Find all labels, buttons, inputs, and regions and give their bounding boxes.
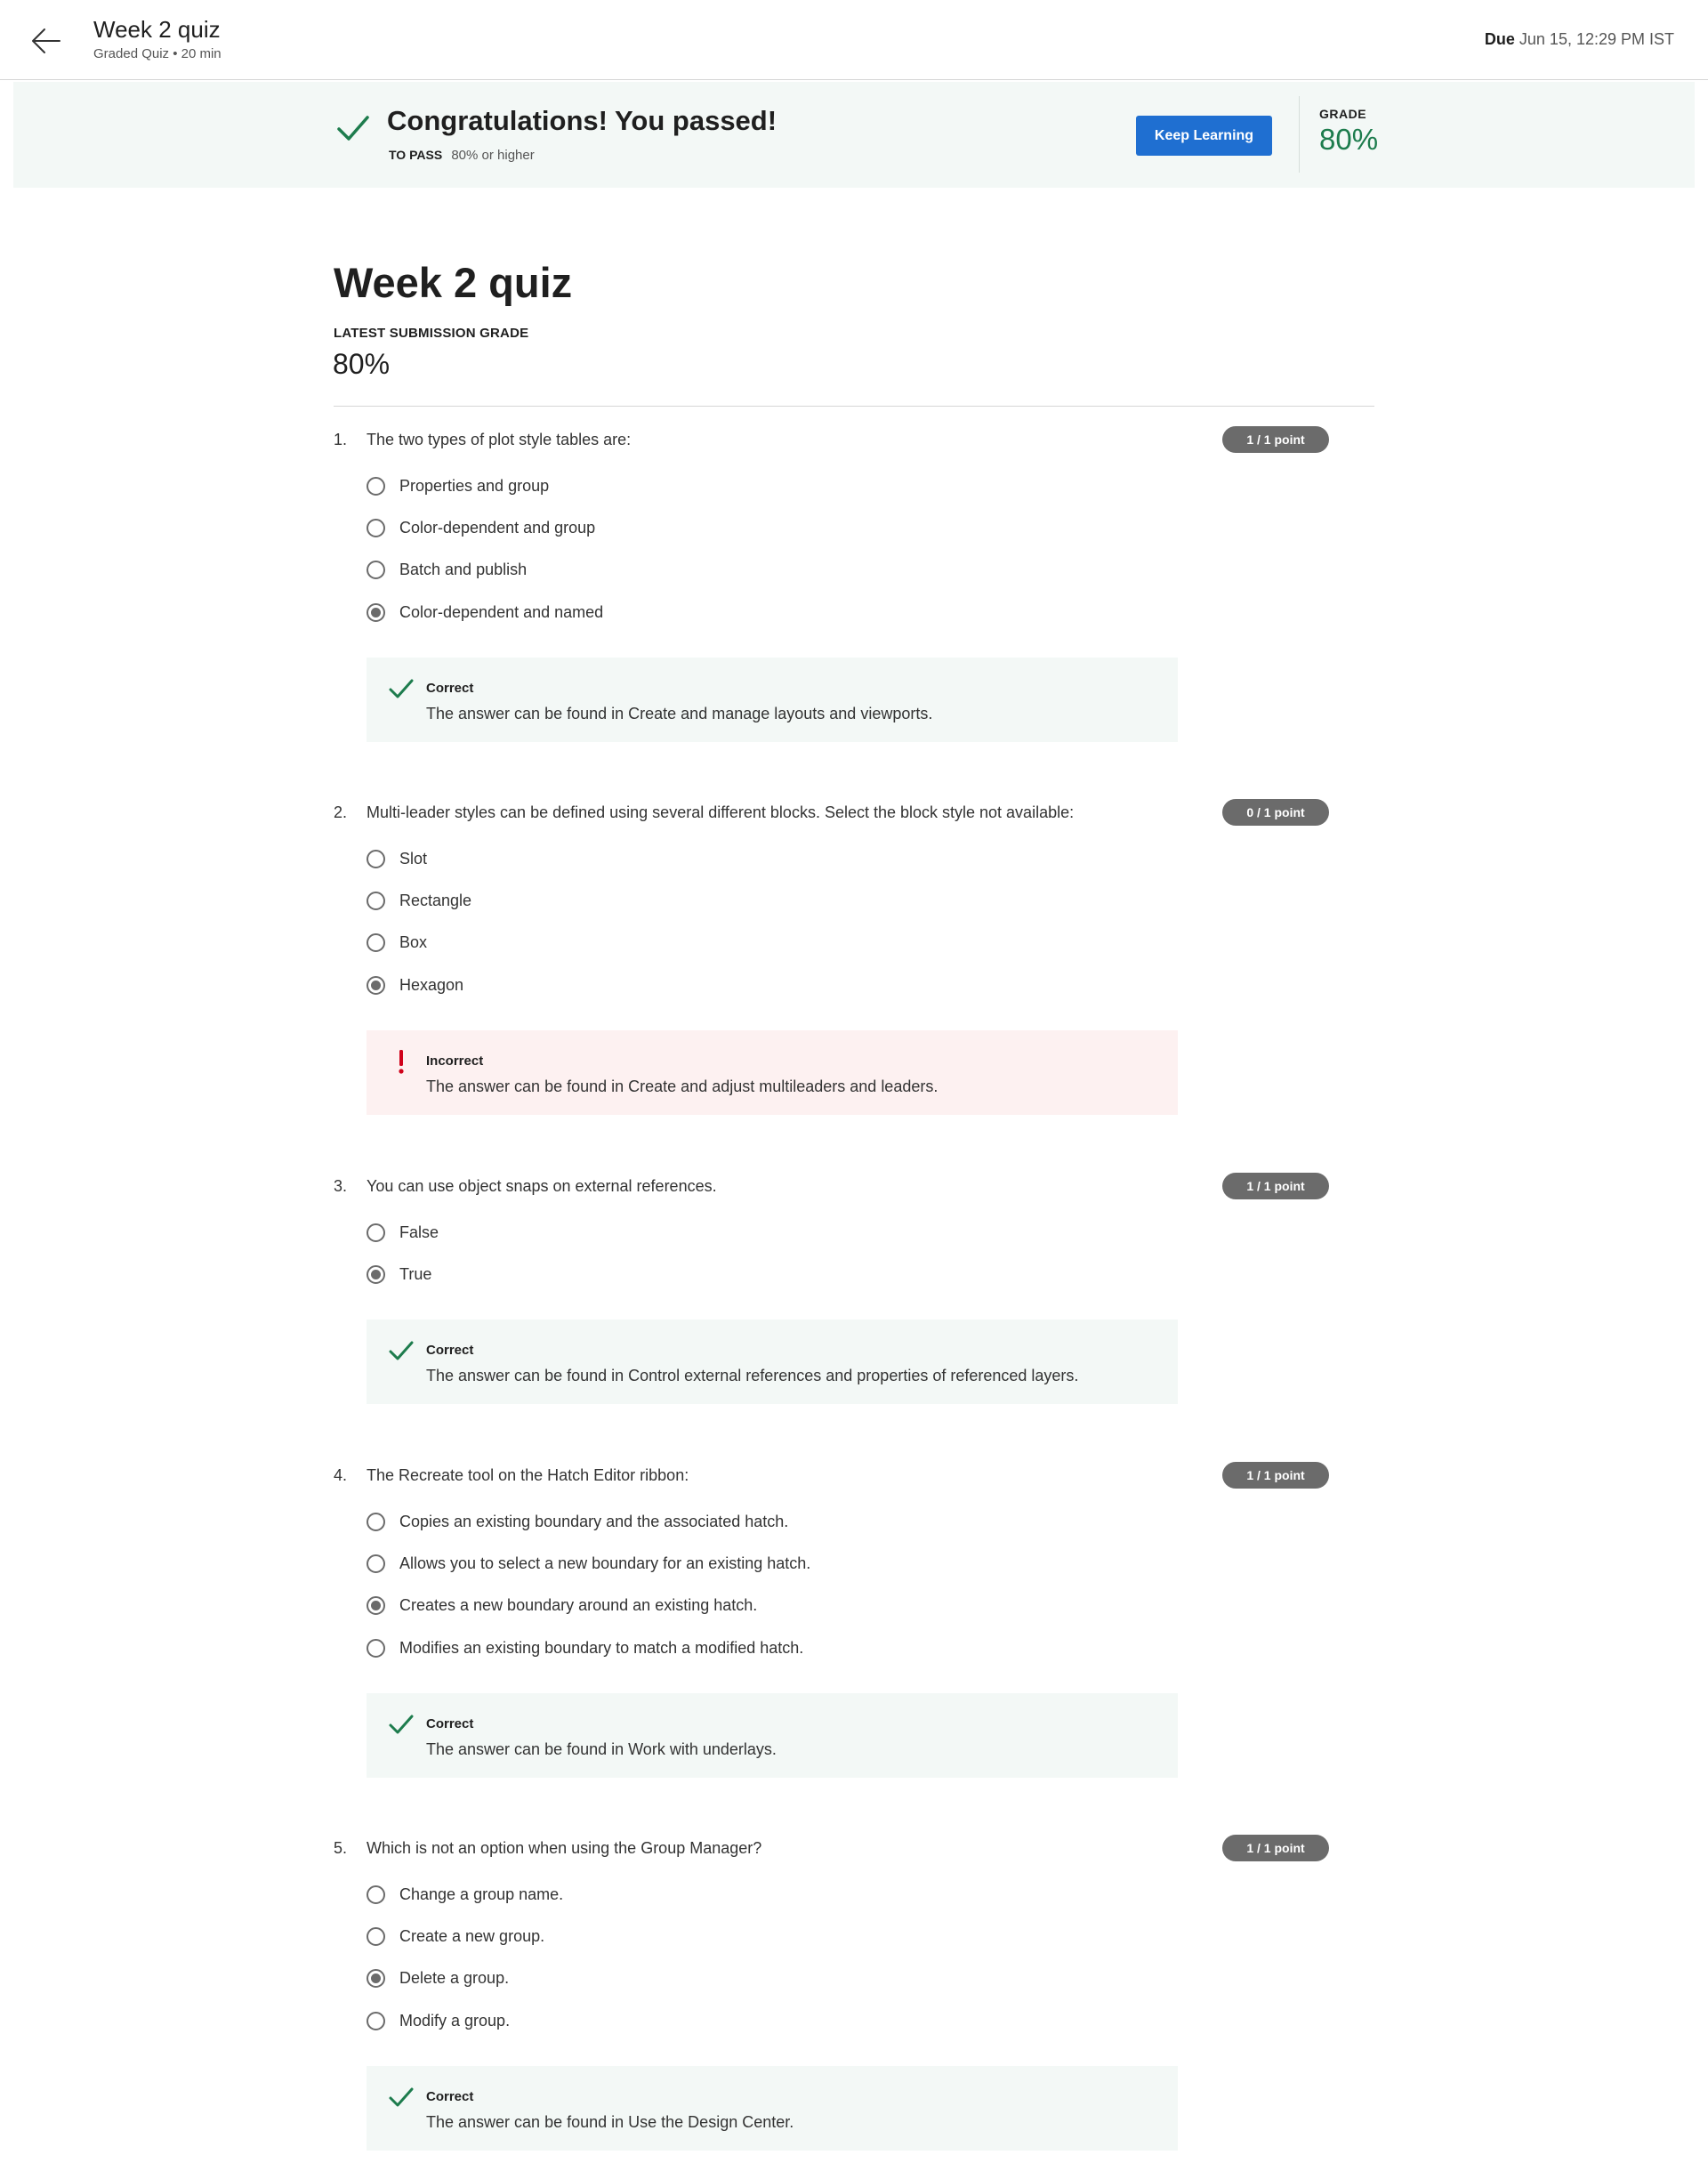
banner-divider — [1299, 96, 1300, 173]
grade-value: 80% — [1319, 123, 1379, 156]
option-label: Box — [399, 933, 428, 952]
question-text: Multi-leader styles can be defined using… — [367, 803, 1075, 821]
question-number: 2. — [334, 803, 348, 821]
back-arrow-icon[interactable] — [30, 25, 62, 57]
feedback-status: Correct — [426, 1715, 474, 1731]
radio-button[interactable] — [367, 2011, 385, 2030]
option-label: Rectangle — [399, 892, 472, 910]
due-value: Jun 15, 12:29 PM IST — [1519, 30, 1674, 48]
top-header: Week 2 quiz Graded Quiz • 20 min Due Jun… — [0, 0, 1708, 80]
feedback-status: Correct — [426, 2088, 474, 2104]
question-text: Which is not an option when using the Gr… — [367, 1839, 762, 1857]
radio-button[interactable] — [367, 1927, 385, 1947]
radio-button[interactable] — [367, 519, 385, 538]
divider — [334, 406, 1374, 407]
feedback-text: The answer can be found in Create and ma… — [426, 704, 933, 722]
due-label: Due — [1484, 30, 1515, 48]
feedback-text: The answer can be found in Create and ad… — [426, 1077, 939, 1095]
header-title: Week 2 quiz — [93, 16, 221, 43]
to-pass-label: TO PASS — [389, 148, 443, 162]
option-label: Slot — [399, 850, 428, 868]
radio-button[interactable] — [367, 1638, 385, 1658]
question-number: 3. — [334, 1177, 348, 1195]
option-label: Change a group name. — [399, 1885, 564, 1903]
check-icon — [388, 1711, 415, 1738]
due-date: Due Jun 15, 12:29 PM IST — [1485, 30, 1674, 49]
option-label: Create a new group. — [399, 1927, 545, 1946]
radio-button[interactable] — [367, 933, 385, 953]
feedback-status: Correct — [426, 680, 474, 696]
latest-grade-label: LATEST SUBMISSION GRADE — [334, 326, 529, 341]
feedback-text: The answer can be found in Control exter… — [426, 1367, 1079, 1385]
exclamation-icon — [388, 1048, 415, 1075]
header-subtitle: Graded Quiz • 20 min — [93, 46, 222, 61]
feedback-text: The answer can be found in Use the Desig… — [426, 2112, 794, 2131]
radio-button[interactable] — [367, 477, 385, 496]
check-icon — [388, 2084, 415, 2111]
radio-button[interactable] — [367, 1885, 385, 1904]
feedback-box: Correct The answer can be found in Use th… — [367, 2065, 1178, 2151]
radio-button[interactable] — [367, 1513, 385, 1531]
radio-selected[interactable] — [367, 975, 385, 995]
option-label: Creates a new boundary around an existin… — [399, 1596, 758, 1615]
option-label: Modifies an existing boundary to match a… — [399, 1638, 804, 1657]
latest-grade-value: 80% — [333, 348, 391, 380]
feedback-status: Incorrect — [426, 1053, 484, 1069]
option-label: Color-dependent and named — [399, 602, 604, 621]
check-icon — [388, 1337, 415, 1364]
feedback-box: Correct The answer can be found in Contro… — [367, 1320, 1178, 1405]
radio-selected[interactable] — [367, 1265, 385, 1285]
radio-selected[interactable] — [367, 1596, 385, 1616]
pass-banner: Congratulations! You passed! TO PASS 80%… — [13, 82, 1695, 188]
feedback-box: Correct The answer can be found in Create… — [367, 657, 1178, 742]
question-number: 4. — [334, 1466, 348, 1484]
points-badge: 1 / 1 point — [1222, 1173, 1329, 1199]
radio-button[interactable] — [367, 850, 385, 868]
check-icon — [388, 675, 415, 702]
page-title: Week 2 quiz — [334, 259, 573, 306]
points-badge: 0 / 1 point — [1222, 799, 1329, 826]
feedback-status: Correct — [426, 1343, 474, 1359]
option-label: Modify a group. — [399, 2011, 511, 2030]
question-text: The two types of plot style tables are: — [367, 431, 632, 448]
pass-message: Congratulations! You passed! — [387, 105, 777, 136]
option-label: False — [399, 1223, 439, 1241]
feedback-text: The answer can be found in Work with und… — [426, 1739, 777, 1758]
option-label: True — [399, 1265, 432, 1284]
radio-selected[interactable] — [367, 602, 385, 622]
option-label: Delete a group. — [399, 1969, 510, 1988]
option-label: Copies an existing boundary and the asso… — [399, 1513, 789, 1530]
question-number: 1. — [334, 431, 348, 448]
question-text: The Recreate tool on the Hatch Editor ri… — [367, 1466, 689, 1484]
feedback-box: Correct The answer can be found in Work w… — [367, 1692, 1178, 1778]
check-icon — [335, 110, 371, 146]
radio-button[interactable] — [367, 892, 385, 911]
radio-button[interactable] — [367, 1223, 385, 1242]
to-pass-requirement: TO PASS 80% or higher — [389, 148, 535, 163]
points-badge: 1 / 1 point — [1222, 1462, 1329, 1489]
option-label: Allows you to select a new boundary for … — [399, 1554, 811, 1573]
keep-learning-button[interactable]: Keep Learning — [1136, 116, 1272, 156]
radio-button[interactable] — [367, 1554, 385, 1574]
points-badge: 1 / 1 point — [1222, 1835, 1329, 1861]
question-text: You can use object snaps on external ref… — [367, 1177, 717, 1195]
points-badge: 1 / 1 point — [1222, 426, 1329, 453]
radio-button[interactable] — [367, 561, 385, 580]
radio-selected[interactable] — [367, 1969, 385, 1989]
feedback-box: Incorrect The answer can be found in Crea… — [367, 1029, 1178, 1115]
question-number: 5. — [334, 1839, 348, 1857]
option-label: Hexagon — [399, 975, 464, 994]
option-label: Properties and group — [399, 477, 550, 495]
option-label: Batch and publish — [399, 561, 528, 579]
option-label: Color-dependent and group — [399, 519, 596, 537]
to-pass-value: 80% or higher — [451, 148, 535, 163]
grade-label: GRADE — [1319, 107, 1367, 121]
